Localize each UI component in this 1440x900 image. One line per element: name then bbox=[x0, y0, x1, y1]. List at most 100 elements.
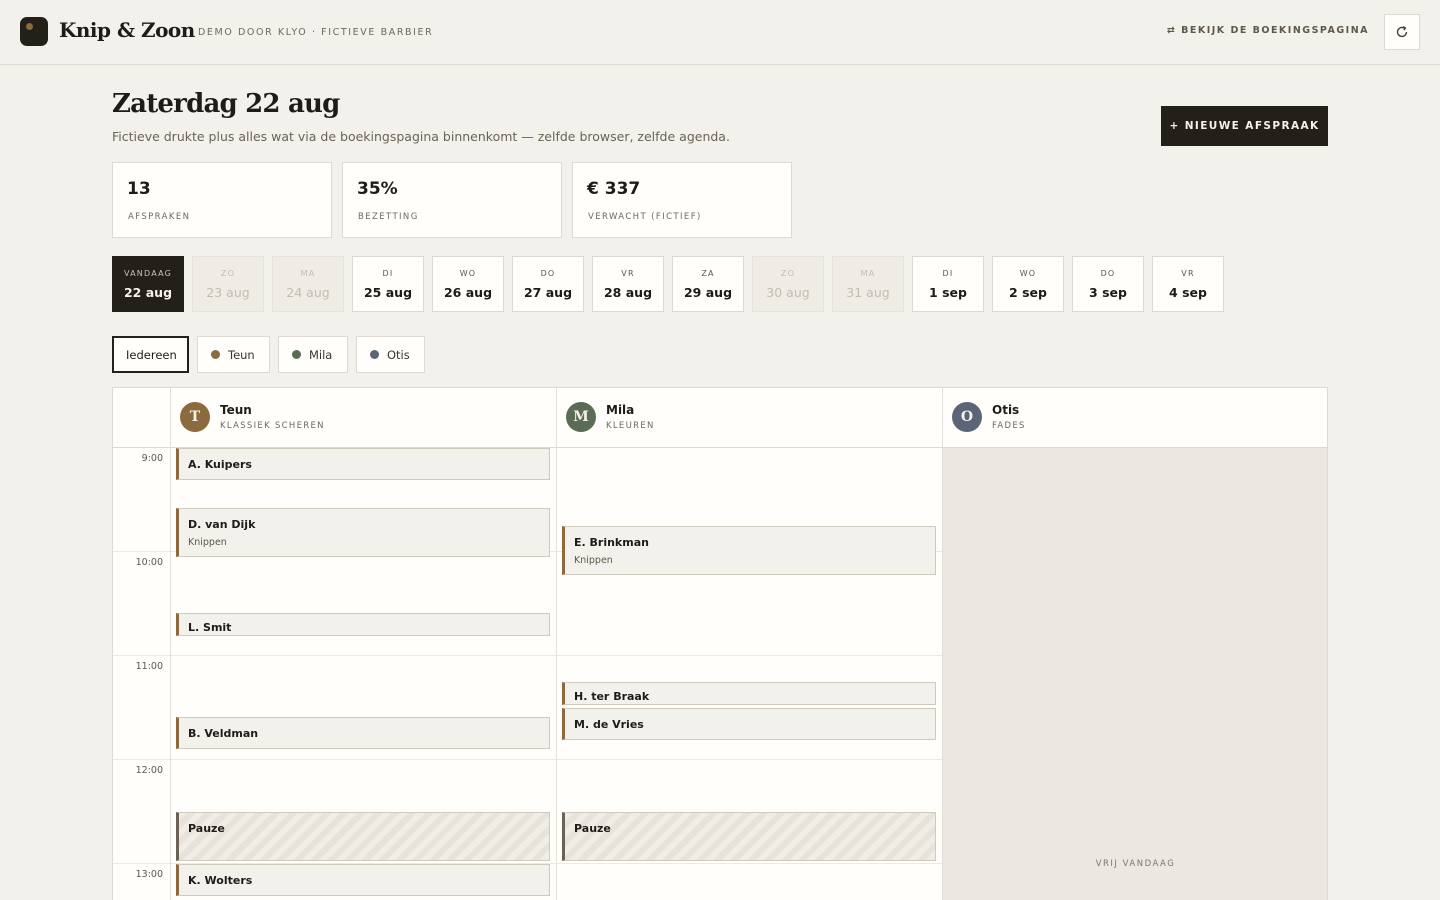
new-appointment-button[interactable]: + NIEUWE AFSPRAAK bbox=[1161, 106, 1328, 146]
day-tab[interactable]: DI 1 sep bbox=[912, 256, 984, 312]
filter-teun[interactable]: Teun bbox=[197, 336, 270, 373]
day-date: 3 sep bbox=[1089, 285, 1127, 300]
day-weekday: ZO bbox=[220, 269, 236, 278]
day-tab[interactable]: DI 25 aug bbox=[352, 256, 424, 312]
day-date: 31 aug bbox=[846, 285, 890, 300]
filter-everyone[interactable]: Iedereen bbox=[112, 336, 189, 373]
brand-name: Knip & Zoon bbox=[59, 18, 195, 42]
barber-name: Mila bbox=[606, 403, 635, 417]
day-tab: ZO 30 aug bbox=[752, 256, 824, 312]
day-weekday: WO bbox=[1019, 269, 1037, 278]
filter-label: Otis bbox=[387, 347, 410, 362]
time-label: 12:00 bbox=[135, 765, 163, 776]
column-divider bbox=[942, 388, 943, 900]
top-bar: Knip & Zoon DEMO DOOR KLYO · FICTIEVE BA… bbox=[0, 0, 1440, 65]
appointment-card[interactable]: B. Veldman bbox=[176, 717, 550, 749]
day-tab[interactable]: DO 3 sep bbox=[1072, 256, 1144, 312]
color-dot-icon bbox=[370, 350, 379, 359]
page-subtitle: Fictieve drukte plus alles wat via de bo… bbox=[112, 129, 730, 144]
day-tab-today[interactable]: VANDAAG 22 aug bbox=[112, 256, 184, 312]
day-tab[interactable]: VR 28 aug bbox=[592, 256, 664, 312]
barber-specialty: KLASSIEK SCHEREN bbox=[220, 421, 325, 431]
appointment-card[interactable]: H. ter Braak bbox=[562, 682, 936, 705]
calendar-header bbox=[113, 388, 1327, 448]
day-tab: MA 24 aug bbox=[272, 256, 344, 312]
appointment-card[interactable]: K. Wolters bbox=[176, 864, 550, 896]
day-date: 30 aug bbox=[766, 285, 810, 300]
stat-card-expected-revenue: € 337 VERWACHT (FICTIEF) bbox=[572, 162, 792, 238]
day-tab[interactable]: WO 2 sep bbox=[992, 256, 1064, 312]
client-name: E. Brinkman bbox=[574, 536, 649, 549]
client-name: D. van Dijk bbox=[188, 518, 256, 531]
avatar: M bbox=[566, 402, 596, 432]
day-date: 24 aug bbox=[286, 285, 330, 300]
pause-block[interactable]: Pauze bbox=[562, 812, 936, 861]
day-date: 1 sep bbox=[929, 285, 967, 300]
stat-label: AFSPRAKEN bbox=[128, 212, 191, 222]
stat-value: 35% bbox=[357, 179, 398, 199]
page-title: Zaterdag 22 aug bbox=[112, 89, 340, 119]
view-booking-page-link[interactable]: ⇄ BEKIJK DE BOEKINGSPAGINA bbox=[1167, 25, 1369, 36]
tagline: DEMO DOOR KLYO · FICTIEVE BARBIER bbox=[198, 27, 434, 38]
appointment-card[interactable]: L. Smit bbox=[176, 613, 550, 636]
stat-card-appointments: 13 AFSPRAKEN bbox=[112, 162, 332, 238]
day-weekday: DO bbox=[540, 269, 556, 278]
filter-label: Iedereen bbox=[126, 347, 177, 362]
stat-label: BEZETTING bbox=[358, 212, 419, 222]
color-dot-icon bbox=[211, 350, 220, 359]
stat-label: VERWACHT (FICTIEF) bbox=[588, 212, 702, 222]
day-tab[interactable]: DO 27 aug bbox=[512, 256, 584, 312]
service-name: Knippen bbox=[574, 555, 613, 566]
barber-specialty: KLEUREN bbox=[606, 421, 655, 431]
barber-specialty: FADES bbox=[992, 421, 1026, 431]
avatar: O bbox=[952, 402, 982, 432]
logo-icon bbox=[20, 17, 48, 46]
day-date: 2 sep bbox=[1009, 285, 1047, 300]
column-divider bbox=[170, 388, 171, 900]
client-name: K. Wolters bbox=[188, 874, 253, 887]
client-name: H. ter Braak bbox=[574, 690, 650, 703]
day-date: 29 aug bbox=[683, 285, 733, 300]
day-tab: ZO 23 aug bbox=[192, 256, 264, 312]
refresh-button[interactable] bbox=[1384, 14, 1420, 50]
pause-block[interactable]: Pauze bbox=[176, 812, 550, 861]
filter-otis[interactable]: Otis bbox=[356, 336, 425, 373]
refresh-icon bbox=[1396, 26, 1408, 38]
day-tab[interactable]: WO 26 aug bbox=[432, 256, 504, 312]
otis-off-column: VRIJ VANDAAG bbox=[942, 448, 1327, 900]
day-calendar: VRIJ VANDAAG T Teun KLASSIEK SCHEREN M M… bbox=[112, 387, 1328, 900]
day-weekday: VR bbox=[621, 269, 635, 278]
hour-line bbox=[113, 759, 942, 760]
appointment-card[interactable]: D. van Dijk Knippen bbox=[176, 508, 550, 557]
filter-label: Mila bbox=[309, 347, 333, 362]
time-label: 11:00 bbox=[135, 661, 163, 672]
hour-line bbox=[113, 655, 942, 656]
day-date: 25 aug bbox=[363, 285, 413, 300]
stat-card-occupancy: 35% BEZETTING bbox=[342, 162, 562, 238]
day-tab[interactable]: ZA 29 aug bbox=[672, 256, 744, 312]
day-weekday: WO bbox=[459, 269, 477, 278]
day-weekday: DO bbox=[1100, 269, 1116, 278]
day-weekday: DI bbox=[382, 269, 394, 278]
pause-label: Pauze bbox=[188, 822, 225, 835]
appointment-card[interactable]: E. Brinkman Knippen bbox=[562, 526, 936, 575]
day-weekday: ZO bbox=[780, 269, 796, 278]
stat-value: € 337 bbox=[587, 179, 641, 199]
day-weekday: VR bbox=[1181, 269, 1195, 278]
day-weekday: VANDAAG bbox=[123, 269, 173, 278]
filter-mila[interactable]: Mila bbox=[278, 336, 348, 373]
day-weekday: ZA bbox=[701, 269, 715, 278]
client-name: A. Kuipers bbox=[188, 458, 252, 471]
appointment-card[interactable]: A. Kuipers bbox=[176, 448, 550, 480]
day-date: 22 aug bbox=[123, 285, 173, 300]
barber-name: Teun bbox=[220, 403, 252, 417]
day-date: 28 aug bbox=[603, 285, 653, 300]
barber-name: Otis bbox=[992, 403, 1020, 417]
day-weekday: DI bbox=[942, 269, 954, 278]
day-weekday: MA bbox=[860, 269, 876, 278]
day-date: 27 aug bbox=[523, 285, 573, 300]
column-divider bbox=[556, 388, 557, 900]
appointment-card[interactable]: M. de Vries bbox=[562, 708, 936, 740]
day-tab[interactable]: VR 4 sep bbox=[1152, 256, 1224, 312]
avatar: T bbox=[180, 402, 210, 432]
